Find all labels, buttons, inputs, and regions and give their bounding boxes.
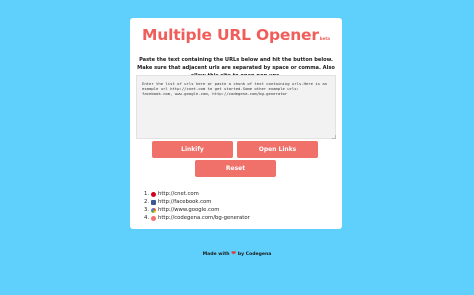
title-row: Multiple URL Openerbeta — [130, 25, 342, 44]
google-icon — [151, 207, 156, 213]
list-item: 2. http://facebook.com — [144, 198, 250, 206]
list-number: 3. — [144, 207, 150, 213]
page-title: Multiple URL Opener — [142, 26, 319, 44]
link-cnet[interactable]: http://cnet.com — [158, 190, 199, 198]
list-item: 1. http://cnet.com — [144, 190, 250, 198]
url-textarea[interactable] — [136, 75, 336, 139]
link-list: 1. http://cnet.com 2. http://facebook.co… — [144, 190, 250, 222]
footer: Made with ❤ by Codegena — [0, 250, 474, 257]
link-facebook[interactable]: http://facebook.com — [158, 198, 211, 206]
list-number: 2. — [144, 199, 150, 205]
link-codegena[interactable]: http://codegena.com/bg-generator — [158, 214, 250, 222]
reset-button[interactable]: Reset — [195, 160, 276, 177]
linkify-button[interactable]: Linkify — [152, 141, 233, 158]
cnet-icon — [151, 191, 156, 197]
list-item: 4. http://codegena.com/bg-generator — [144, 214, 250, 222]
footer-suffix: by Codegena — [237, 252, 272, 257]
main-card: Multiple URL Openerbeta Paste the text c… — [130, 18, 342, 229]
list-number: 4. — [144, 215, 150, 221]
footer-prefix: Made with — [202, 252, 230, 257]
list-number: 1. — [144, 191, 150, 197]
facebook-icon — [151, 199, 156, 205]
list-item: 3. http://www.google.com — [144, 206, 250, 214]
beta-badge: beta — [319, 36, 330, 41]
link-google[interactable]: http://www.google.com — [158, 206, 219, 214]
heart-icon: ❤ — [231, 250, 237, 257]
open-links-button[interactable]: Open Links — [237, 141, 318, 158]
textarea-resize-handle[interactable] — [332, 135, 336, 139]
codegena-icon — [151, 215, 156, 221]
